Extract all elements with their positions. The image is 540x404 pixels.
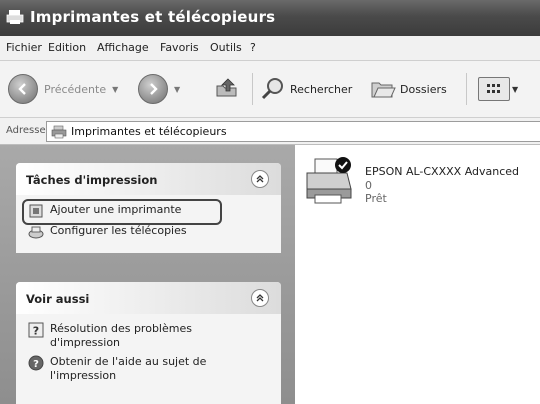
menu-edition[interactable]: Edition <box>48 41 86 54</box>
menu-favoris[interactable]: Favoris <box>160 41 199 54</box>
address-input[interactable]: Imprimantes et télécopieurs <box>46 121 540 142</box>
default-checkmark-icon <box>335 157 351 173</box>
forward-dropdown-icon[interactable]: ▼ <box>174 85 180 94</box>
collapse-chevron-icon[interactable] <box>251 170 269 188</box>
printer-jobs: 0 <box>365 179 372 192</box>
folders-button-label: Dossiers <box>400 82 447 96</box>
search-icon <box>261 78 283 100</box>
views-button[interactable]: ▼ <box>478 71 518 107</box>
svg-text:?: ? <box>33 325 39 338</box>
printer-list-pane: EPSON AL-CXXXX Advanced 0 Prêt <box>295 145 540 404</box>
configure-fax-label: Configurer les télécopies <box>50 224 187 237</box>
menu-fichier[interactable]: Fichier <box>6 41 42 54</box>
toolbar-separator <box>466 73 467 105</box>
see-also-title: Voir aussi <box>26 292 90 306</box>
back-button-label: Précédente <box>44 82 107 96</box>
views-dropdown-icon[interactable]: ▼ <box>512 85 518 94</box>
toolbar-separator <box>252 73 253 105</box>
fax-icon <box>28 226 44 239</box>
search-button-label: Rechercher <box>290 82 353 96</box>
collapse-chevron-icon[interactable] <box>251 289 269 307</box>
print-tasks-title: Tâches d'impression <box>26 173 158 187</box>
see-also-header[interactable]: Voir aussi <box>16 282 281 314</box>
printer-icon <box>306 157 352 204</box>
help-question-icon: ? <box>28 322 44 338</box>
address-label: Adresse <box>6 125 46 136</box>
address-value: Imprimantes et télécopieurs <box>71 125 227 138</box>
print-tasks-panel: Tâches d'impression Ajouter une impriman… <box>16 163 281 253</box>
address-bar: Adresse Imprimantes et télécopieurs <box>0 118 540 145</box>
up-folder-button[interactable] <box>214 71 240 107</box>
back-arrow-icon <box>8 74 38 104</box>
back-dropdown-icon[interactable]: ▼ <box>112 85 118 94</box>
printing-help-link[interactable]: ? Obtenir de l'aide au sujet de l'impres… <box>28 355 228 383</box>
forward-arrow-icon <box>138 74 168 104</box>
folders-button[interactable]: Dossiers <box>370 71 447 107</box>
help-circle-icon: ? <box>28 355 44 371</box>
menu-outils[interactable]: Outils <box>210 41 242 54</box>
task-pane: Tâches d'impression Ajouter une impriman… <box>0 145 295 404</box>
printer-status: Prêt <box>365 192 387 205</box>
forward-button[interactable]: ▼ <box>138 71 180 107</box>
views-grid-icon <box>478 77 510 101</box>
printer-folder-icon <box>51 125 67 138</box>
printing-help-label: Obtenir de l'aide au sujet de l'impressi… <box>50 355 207 382</box>
title-bar[interactable]: Imprimantes et télécopieurs <box>0 0 540 36</box>
folders-icon <box>371 82 396 98</box>
back-button[interactable]: Précédente ▼ <box>8 71 118 107</box>
printer-folder-icon <box>6 10 24 24</box>
highlight-outline <box>22 199 222 225</box>
see-also-panel: Voir aussi ? Résolution des problèmes d'… <box>16 282 281 404</box>
add-printer-link[interactable]: Ajouter une imprimante <box>22 199 271 225</box>
search-button[interactable]: Rechercher <box>260 71 352 107</box>
menu-help[interactable]: ? <box>250 41 256 54</box>
troubleshoot-printing-link[interactable]: ? Résolution des problèmes d'impression <box>28 322 228 350</box>
printer-name: EPSON AL-CXXXX Advanced <box>365 165 520 178</box>
window-title: Imprimantes et télécopieurs <box>30 8 276 26</box>
menu-bar: Fichier Edition Affichage Favoris Outils… <box>0 36 540 61</box>
print-tasks-header[interactable]: Tâches d'impression <box>16 163 281 195</box>
toolbar: Précédente ▼ ▼ Rechercher Dossiers ▼ <box>0 61 540 118</box>
configure-fax-link[interactable]: Configurer les télécopies <box>28 224 271 240</box>
menu-affichage[interactable]: Affichage <box>97 41 149 54</box>
troubleshoot-printing-label: Résolution des problèmes d'impression <box>50 322 192 349</box>
svg-text:?: ? <box>33 359 39 370</box>
up-folder-icon <box>216 78 237 97</box>
